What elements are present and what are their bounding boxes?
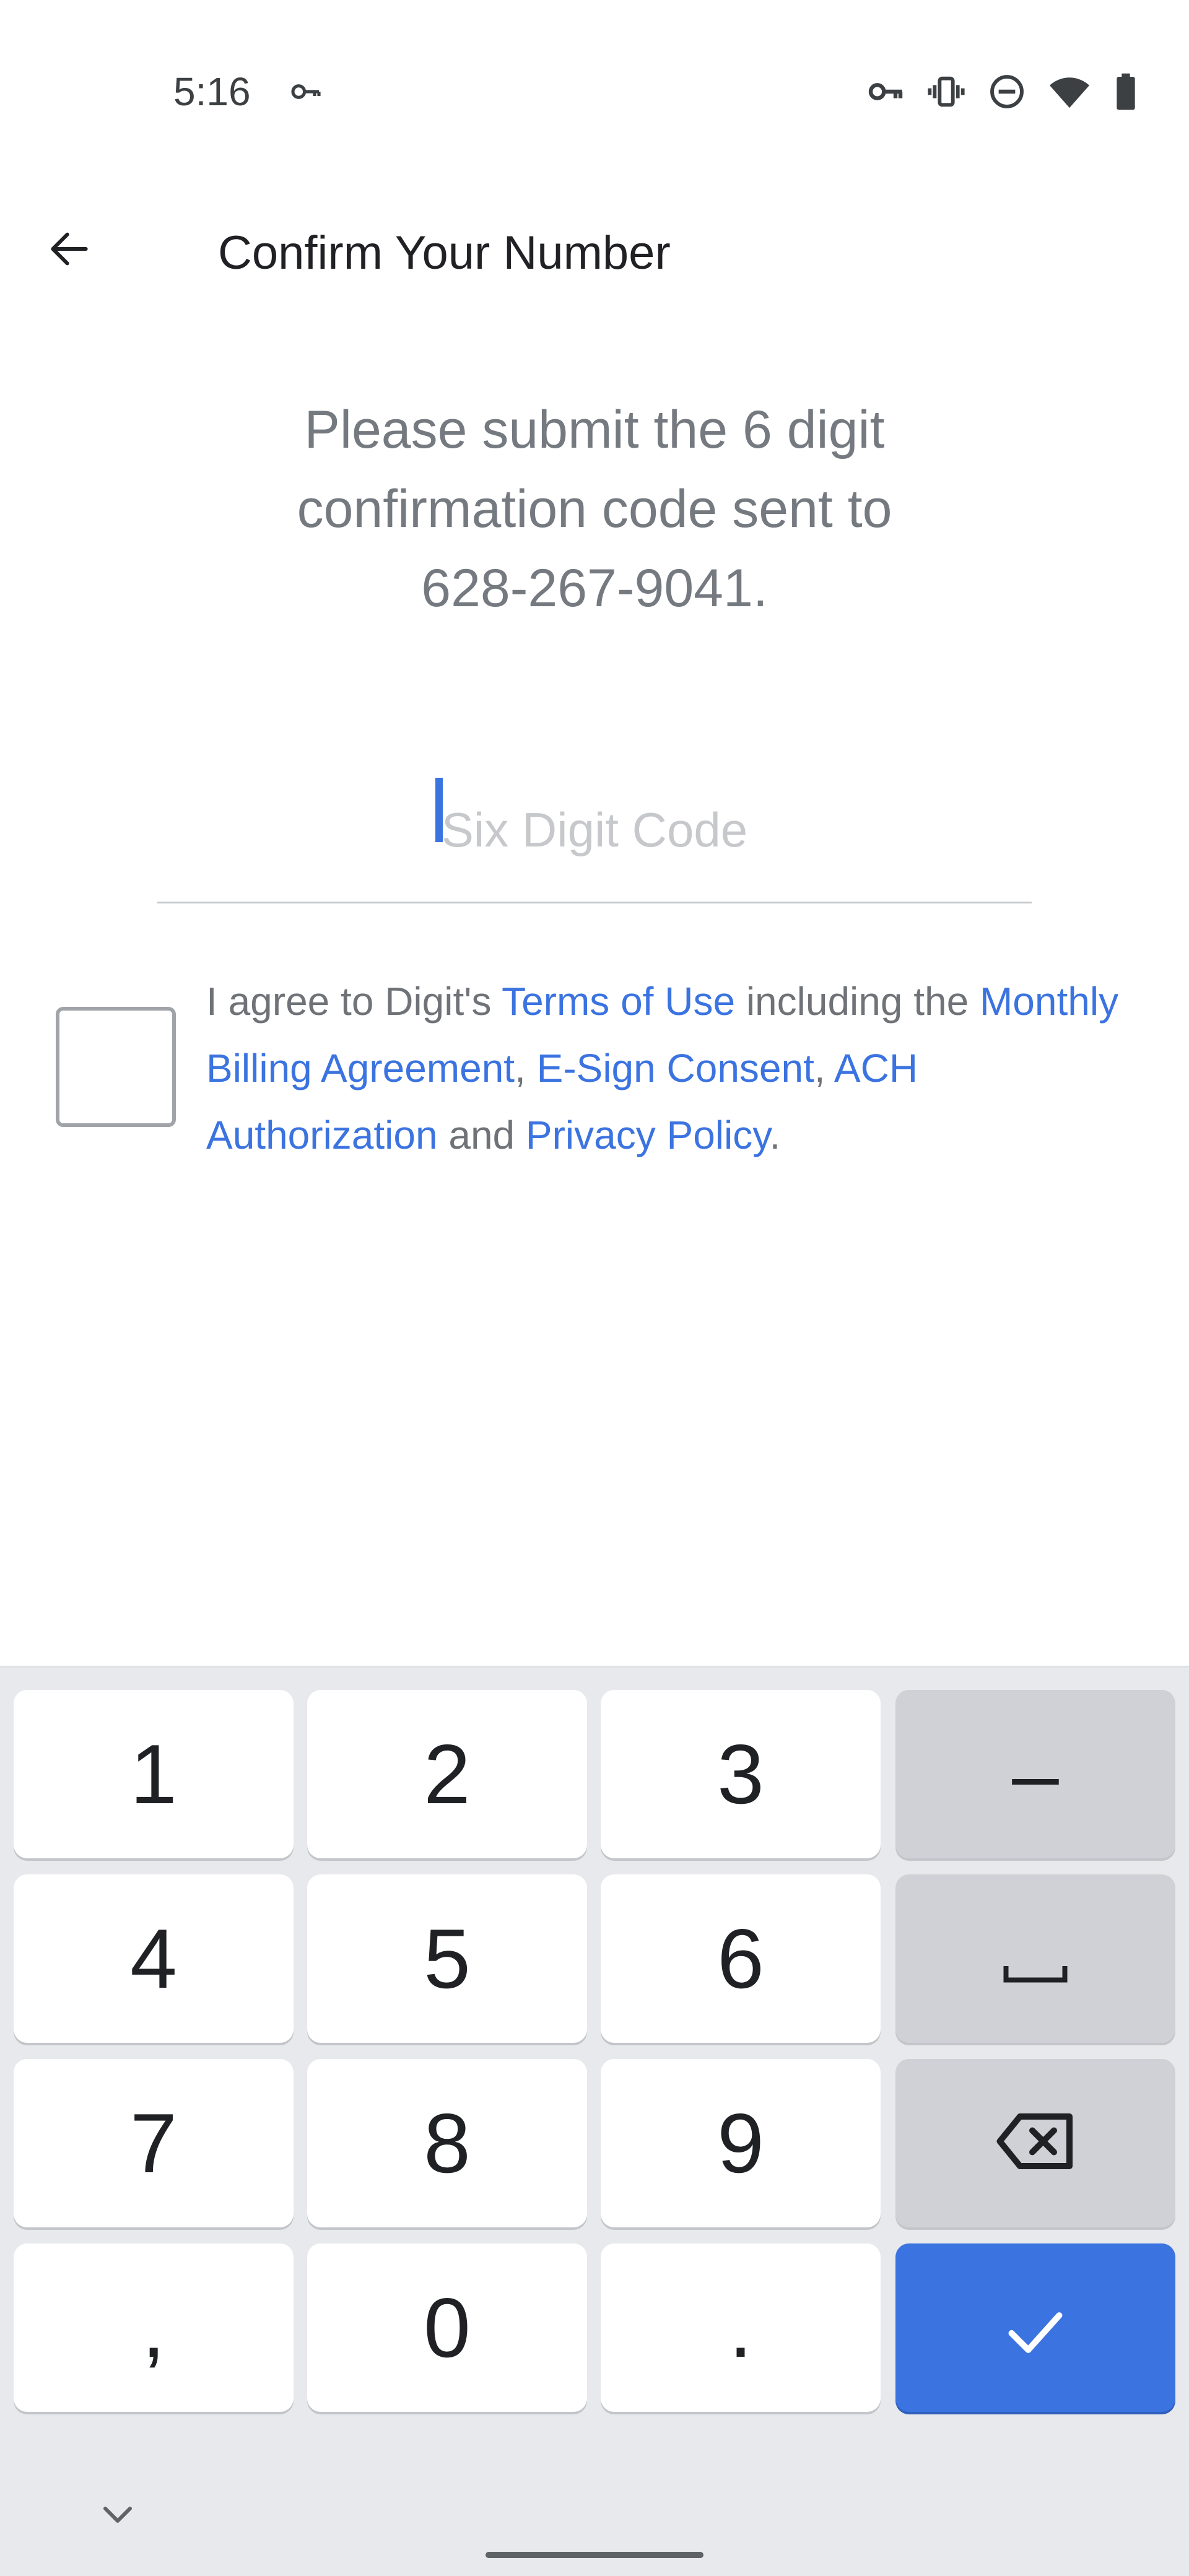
terms-of-use-link[interactable]: Terms of Use xyxy=(502,979,735,1024)
key-icon xyxy=(289,74,323,109)
status-bar: 5:16 xyxy=(0,0,1189,149)
key-4[interactable]: 4 xyxy=(14,1874,294,2043)
do-not-disturb-icon xyxy=(987,72,1027,111)
agreement-prefix: I agree to Digit's xyxy=(206,979,502,1024)
agree-checkbox[interactable] xyxy=(56,1007,176,1127)
key-0[interactable]: 0 xyxy=(307,2243,587,2412)
key-comma[interactable]: , xyxy=(14,2243,294,2412)
text-cursor xyxy=(435,778,443,842)
agreement-sep-1: , xyxy=(515,1046,537,1090)
privacy-policy-link[interactable]: Privacy Policy xyxy=(526,1113,770,1157)
arrow-left-icon xyxy=(45,224,94,277)
backspace-icon xyxy=(995,2095,1076,2191)
agreement-sep-2: , xyxy=(814,1046,834,1090)
key-5[interactable]: 5 xyxy=(307,1874,587,2043)
key-1[interactable]: 1 xyxy=(14,1690,294,1858)
key-dash[interactable]: – xyxy=(895,1690,1175,1858)
agreement-mid-2: and xyxy=(437,1113,526,1157)
key-7[interactable]: 7 xyxy=(14,2059,294,2227)
home-indicator[interactable] xyxy=(486,2552,703,2558)
key-3[interactable]: 3 xyxy=(601,1690,881,1858)
instruction-text: Please submit the 6 digit confirmation c… xyxy=(186,390,1003,628)
app-bar: Confirm Your Number xyxy=(0,186,1189,310)
key-9[interactable]: 9 xyxy=(601,2059,881,2227)
key-period[interactable]: . xyxy=(601,2243,881,2412)
esign-consent-link[interactable]: E-Sign Consent xyxy=(537,1046,814,1090)
instruction-line-3: 628-267-9041. xyxy=(421,559,768,618)
instruction-line-2: confirmation code sent to xyxy=(297,479,892,539)
vpn-key-icon xyxy=(866,72,905,111)
code-input[interactable] xyxy=(157,786,1032,873)
hide-keyboard-button[interactable] xyxy=(87,2491,149,2541)
key-2[interactable]: 2 xyxy=(307,1690,587,1858)
wifi-icon xyxy=(1048,72,1091,111)
instruction-line-1: Please submit the 6 digit xyxy=(304,400,885,459)
space-icon xyxy=(1001,1910,1069,2007)
status-icons xyxy=(866,67,1139,116)
key-backspace[interactable] xyxy=(895,2059,1175,2227)
checkmark-icon xyxy=(1004,2279,1066,2376)
key-6[interactable]: 6 xyxy=(601,1874,881,2043)
key-done[interactable] xyxy=(895,2243,1175,2412)
battery-icon xyxy=(1112,72,1139,111)
status-time: 5:16 xyxy=(173,69,251,114)
key-8[interactable]: 8 xyxy=(307,2059,587,2227)
page-title: Confirm Your Number xyxy=(218,227,671,279)
agreement-mid-1: including the xyxy=(735,979,980,1024)
back-button[interactable] xyxy=(30,211,109,290)
agreement-suffix: . xyxy=(769,1113,781,1157)
vibrate-icon xyxy=(926,72,966,111)
code-field xyxy=(157,762,1032,904)
key-space[interactable] xyxy=(895,1874,1175,2043)
numeric-keyboard: 1 2 3 – 4 5 6 7 8 9 , 0 . xyxy=(0,1666,1189,2576)
code-underline xyxy=(157,902,1032,903)
agreement-text: I agree to Digit's Terms of Use includin… xyxy=(206,968,1148,1168)
chevron-down-icon xyxy=(99,2502,136,2530)
